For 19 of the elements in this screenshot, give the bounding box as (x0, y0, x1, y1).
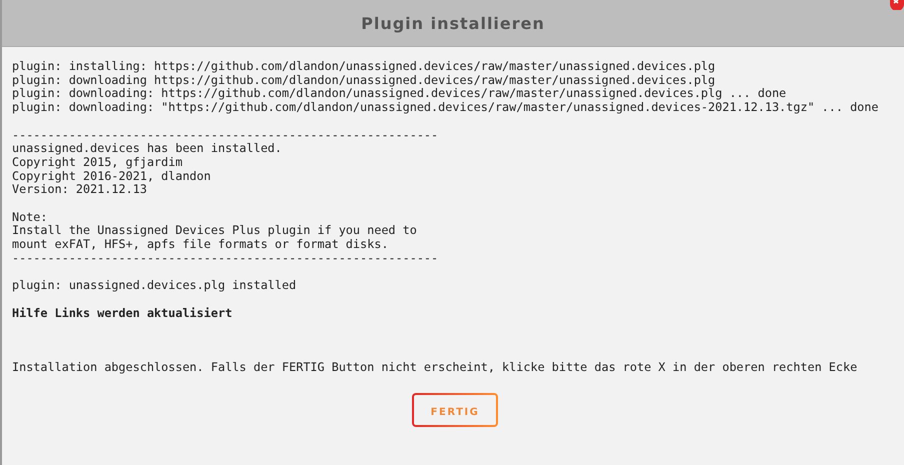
close-icon[interactable] (890, 0, 904, 10)
log-line: mount exFAT, HFS+, apfs file formats or format disks. (12, 238, 390, 252)
log-line: unassigned.devices has been installed. (12, 142, 283, 156)
log-line: ------------------------------------------------------------ (12, 252, 440, 266)
log-line: Note: (12, 210, 49, 224)
log-line: Installation abgeschlossen. Falls der FERTIG Button nicht erscheint, klicke bitte das rote X in der oberen rechten Ecke (12, 361, 858, 376)
log-line: Install the Unassigned Devices Plus plugin if you need to (12, 224, 418, 238)
log-line: plugin: installing: https://github.com/dlandon/unassigned.devices/raw/master/unassigned.devices.plg (12, 60, 716, 74)
window-title: Plugin installieren (361, 14, 545, 32)
done-button[interactable]: FERTIG (412, 393, 498, 428)
log-line: Copyright 2015, gfjardim (12, 156, 184, 170)
log-line: plugin: downloading https://github.com/dlandon/unassigned.devices/raw/master/unassigned.devices.plg (12, 74, 716, 88)
log-line: Copyright 2016-2021, dlandon (12, 170, 212, 184)
log-line: Version: 2021.12.13 (12, 183, 148, 198)
log-line: ------------------------------------------------------------ (12, 128, 440, 142)
log-heading: Hilfe Links werden aktualisiert (12, 306, 234, 320)
log-line: plugin: downloading: https://github.com/dlandon/unassigned.devices/raw/master/unassigned.devices.plg ... done (12, 87, 788, 102)
log-line: plugin: downloading: "https://github.com/dlandon/unassigned.devices/raw/master/unassigned.devices-2021.12.13.tgz" ... done (12, 101, 880, 115)
log-line: plugin: unassigned.devices.plg installed (12, 279, 298, 293)
